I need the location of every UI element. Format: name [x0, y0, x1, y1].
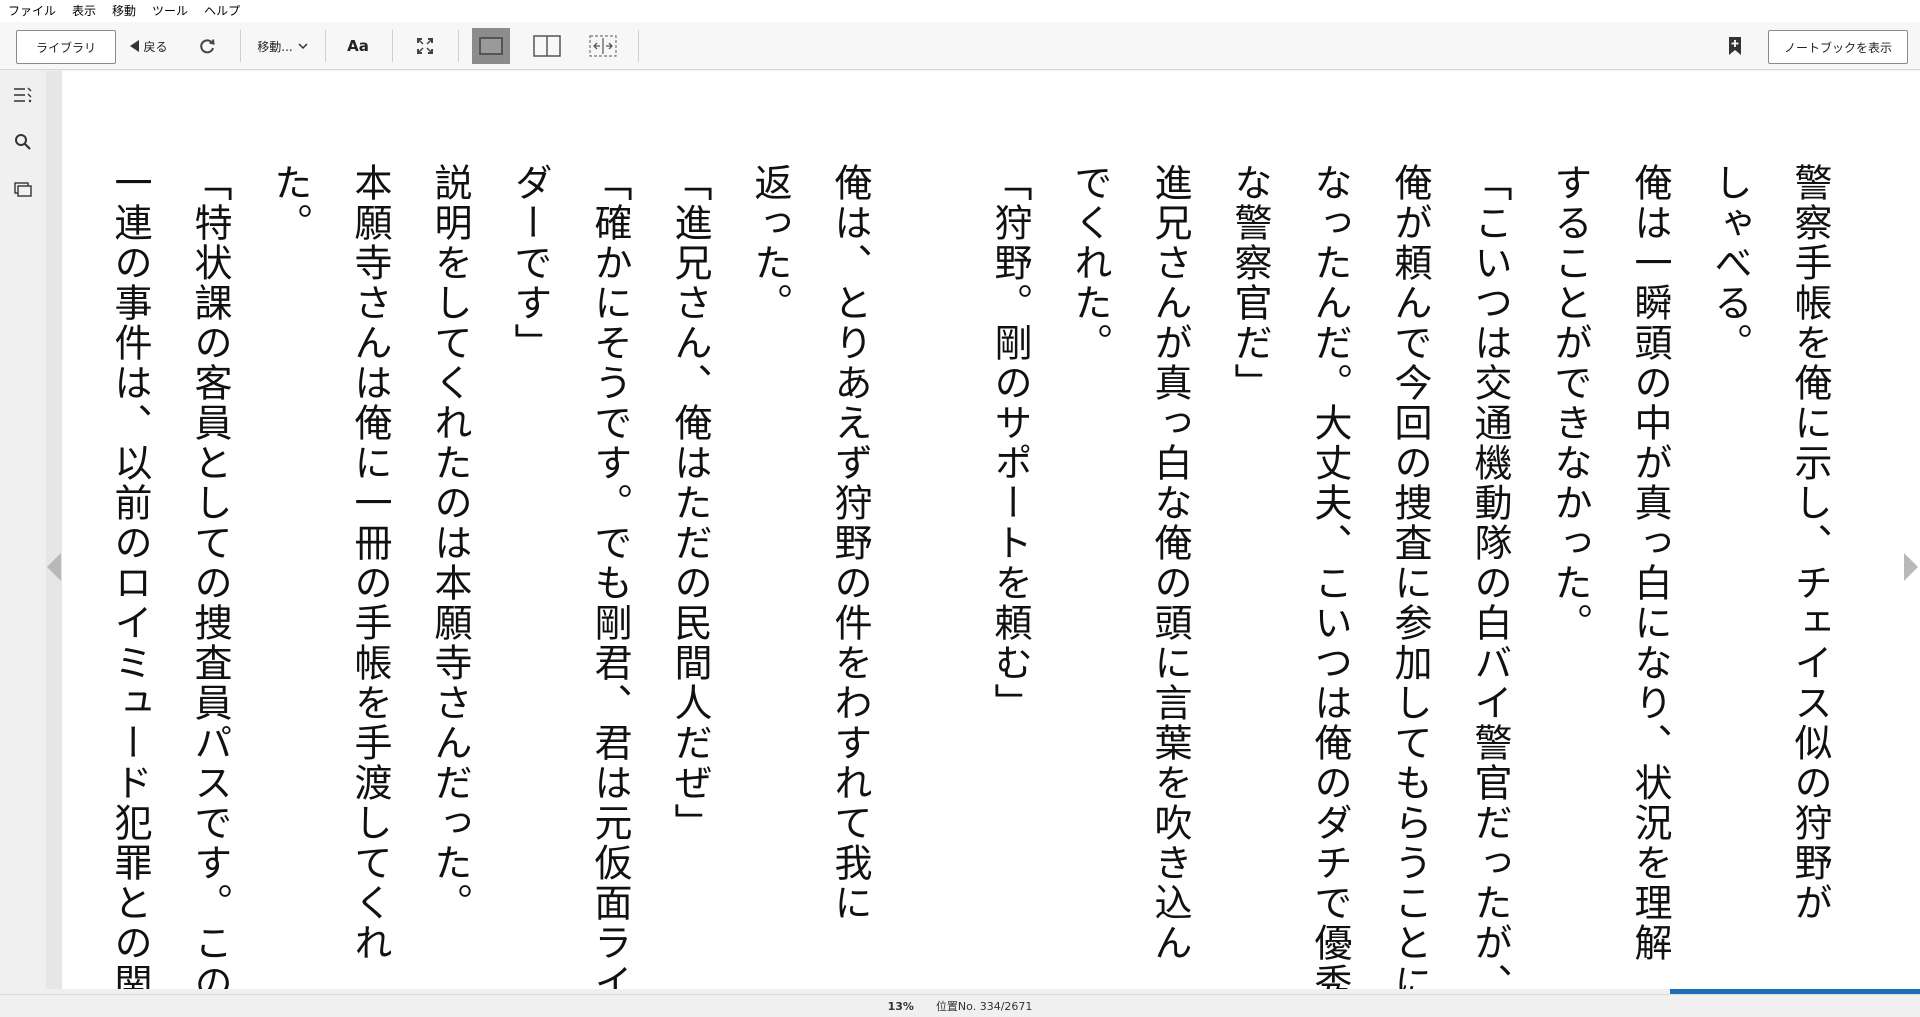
sync-icon [200, 39, 215, 54]
scroll-view-button[interactable] [584, 30, 622, 62]
progress-percent: 13% [887, 999, 914, 1013]
back-label: 戻る [143, 39, 168, 54]
library-button[interactable]: ライブラリ [16, 30, 116, 64]
flashcards-icon [14, 182, 32, 197]
text-column: なったんだ。大丈夫、こいつは俺のダチで優秀 [1308, 163, 1352, 1003]
menu-view[interactable]: 表示 [64, 0, 104, 22]
menu-bar: ファイル 表示 移動 ツール ヘルプ [0, 0, 1920, 22]
goto-dropdown[interactable]: 移動... [250, 30, 316, 62]
goto-label: 移動... [257, 39, 293, 54]
text-column: でくれた。 [1068, 163, 1112, 363]
text-column: 俺が頼んで今回の捜査に参加してもらうことに [1388, 163, 1432, 1003]
back-button[interactable]: 戻る [124, 30, 174, 62]
text-column: 「進兄さん、俺はただの民間人だぜ」 [668, 163, 712, 843]
text-column [890, 163, 970, 1003]
toolbar-separator [458, 30, 459, 62]
status-bar: 13% 位置No. 334/2671 [0, 994, 1920, 1017]
reading-page[interactable]: 警察手帳を俺に示し、チェイス似の狩野が しゃべる。 俺は一瞬頭の中が真っ白になり… [62, 71, 1920, 1003]
flashcards-button[interactable] [12, 179, 34, 201]
next-page-arrow-icon[interactable] [1904, 553, 1918, 581]
toolbar-separator [240, 30, 241, 62]
text-column: 本願寺さんは俺に一冊の手帳を手渡してくれ [348, 163, 392, 963]
add-bookmark-button[interactable] [1720, 30, 1750, 62]
text-column: 返った。 [748, 163, 792, 323]
text-column: ダーです」 [508, 163, 552, 363]
menu-file[interactable]: ファイル [0, 0, 64, 22]
back-arrow-icon [130, 40, 140, 52]
toolbar: ライブラリ 戻る 移動... Aa ノートブックを表示 [0, 22, 1920, 70]
font-settings-button[interactable]: Aa [340, 30, 376, 62]
book-text: 警察手帳を俺に示し、チェイス似の狩野が しゃべる。 俺は一瞬頭の中が真っ白になり… [110, 163, 1850, 1003]
search-icon [15, 134, 31, 150]
fullscreen-button[interactable] [408, 30, 442, 62]
text-column: することができなかった。 [1548, 163, 1592, 643]
text-column: 説明をしてくれたのは本願寺さんだった。 [428, 163, 472, 923]
previous-page-arrow-icon[interactable] [47, 553, 61, 581]
text-column: 「確かにそうです。でも剛君、君は元仮面ライ [588, 163, 632, 1003]
text-column: 俺は一瞬頭の中が真っ白になり、状況を理解 [1628, 163, 1672, 963]
text-column: しゃべる。 [1708, 163, 1752, 363]
toc-icon [14, 87, 32, 103]
show-notebook-button[interactable]: ノートブックを表示 [1768, 30, 1908, 64]
table-of-contents-button[interactable] [12, 84, 34, 106]
location-indicator: 位置No. 334/2671 [935, 1000, 1033, 1013]
text-column: 「狩野。剛のサポートを頼む」 [988, 163, 1032, 723]
sync-button[interactable] [192, 30, 222, 62]
page-edge [46, 71, 62, 989]
scroll-view-icon [589, 35, 617, 57]
chevron-down-icon [298, 43, 308, 50]
menu-tools[interactable]: ツール [144, 0, 196, 22]
menu-help[interactable]: ヘルプ [196, 0, 248, 22]
text-column: た。 [268, 163, 312, 243]
text-column: 「特状課の客員としての捜査員パスです。この [188, 163, 232, 1003]
text-column: 警察手帳を俺に示し、チェイス似の狩野が [1788, 163, 1832, 923]
two-page-icon [533, 35, 561, 57]
single-page-icon [479, 37, 503, 55]
bookmark-plus-icon [1729, 37, 1741, 55]
text-column: な警察官だ」 [1228, 163, 1272, 403]
toolbar-separator [638, 30, 639, 62]
menu-go[interactable]: 移動 [104, 0, 144, 22]
fullscreen-icon [417, 38, 433, 54]
single-page-view-button[interactable] [472, 28, 510, 64]
text-column: 進兄さんが真っ白な俺の頭に言葉を吹き込ん [1148, 163, 1192, 963]
text-column: 俺は、とりあえず狩野の件をわすれて我に [828, 163, 872, 923]
text-column: 一連の事件は、以前のロイミュード犯罪との関 [110, 163, 152, 1003]
text-column: 「こいつは交通機動隊の白バイ警官だったが、 [1468, 163, 1512, 1003]
search-button[interactable] [12, 131, 34, 153]
toolbar-separator [325, 30, 326, 62]
left-rail [0, 71, 46, 989]
two-page-view-button[interactable] [528, 30, 566, 62]
toolbar-separator [392, 30, 393, 62]
